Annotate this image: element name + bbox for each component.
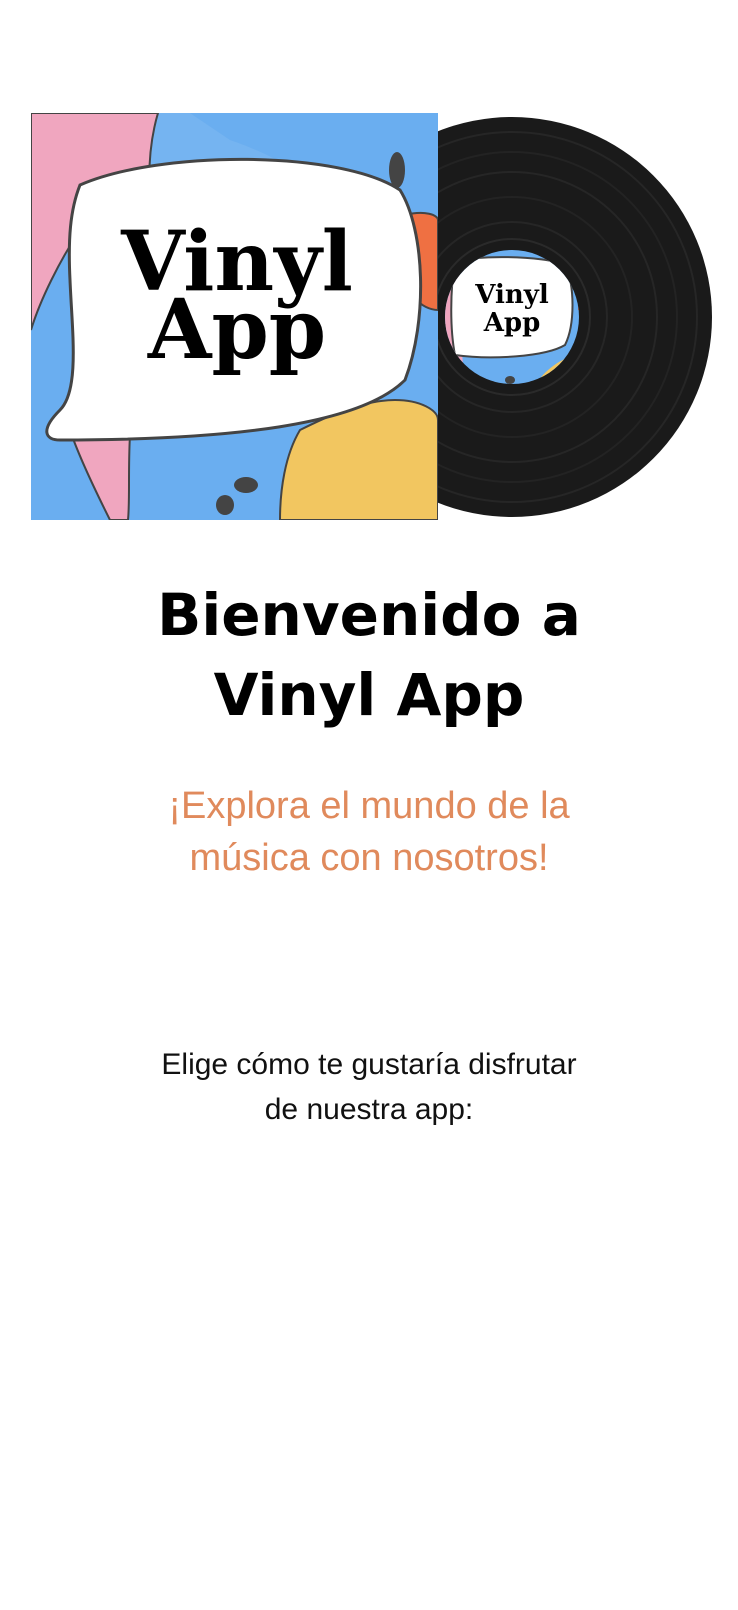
cover-text-line2: App [147, 282, 326, 378]
album-cover: Vinyl App [31, 113, 438, 520]
welcome-subtitle: ¡Explora el mundo de la música con nosot… [110, 780, 628, 884]
hero-illustration: Vinyl App Vinyl App [0, 0, 738, 540]
choice-prompt-line2: de nuestra app: [264, 1093, 474, 1126]
label-text-line2: App [483, 308, 541, 338]
welcome-title-line1: Bienvenido a [157, 581, 581, 649]
choice-prompt-line1: Elige cómo te gustaría disfrutar [161, 1048, 577, 1081]
welcome-subtitle-line1: ¡Explora el mundo de la [168, 785, 570, 827]
welcome-title: Bienvenido a Vinyl App [0, 575, 738, 735]
choice-prompt: Elige cómo te gustaría disfrutar de nues… [110, 1042, 628, 1132]
welcome-subtitle-line2: música con nosotros! [189, 837, 549, 879]
label-text-line1: Vinyl [474, 280, 549, 310]
welcome-title-line2: Vinyl App [213, 661, 525, 729]
